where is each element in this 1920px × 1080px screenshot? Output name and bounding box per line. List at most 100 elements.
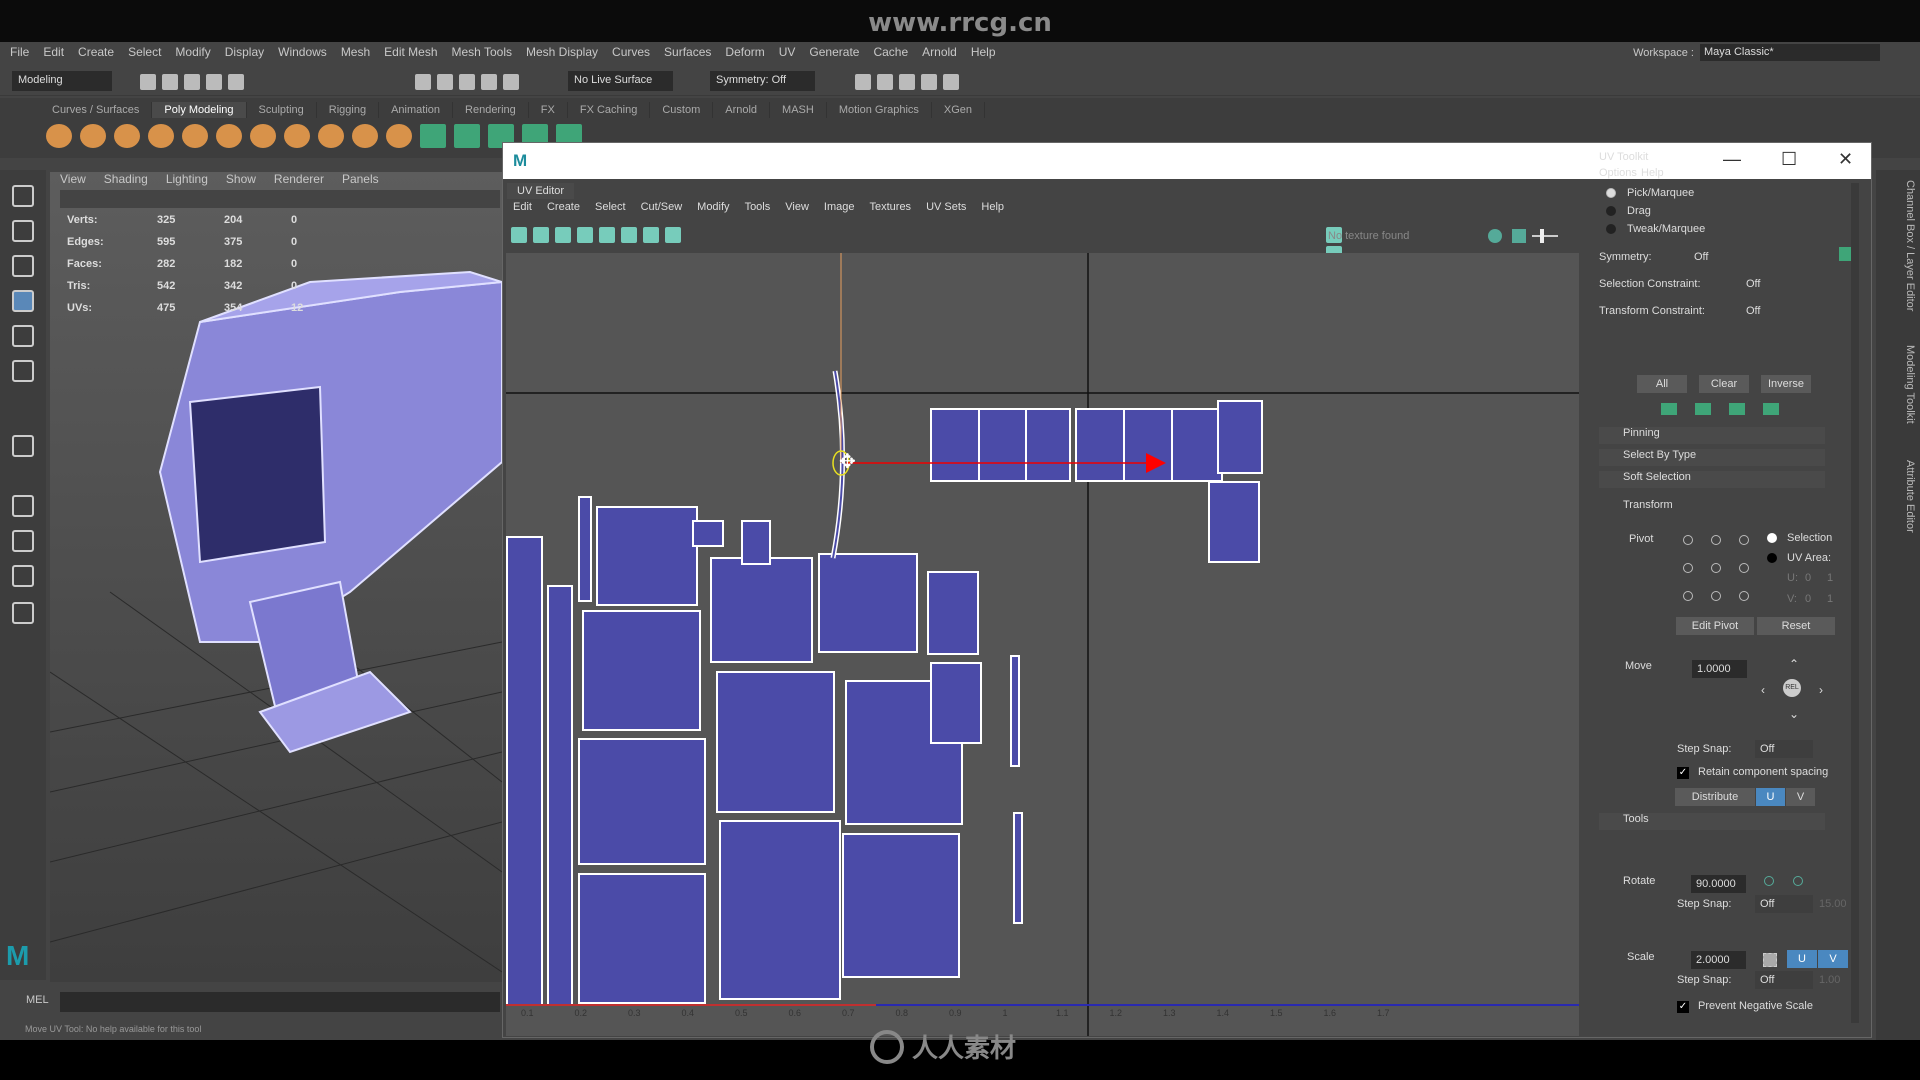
- pivot-radio[interactable]: [1739, 535, 1749, 545]
- shelf-tab[interactable]: Rigging: [317, 102, 380, 118]
- shelf-tab[interactable]: Animation: [379, 102, 454, 118]
- workspace-dropdown[interactable]: Maya Classic*: [1700, 44, 1880, 61]
- rotate-tool-icon[interactable]: [12, 325, 34, 347]
- move-tool-icon[interactable]: [12, 290, 34, 312]
- rotate-cw-icon[interactable]: [1793, 876, 1803, 886]
- menu-item[interactable]: Arnold: [922, 45, 957, 59]
- pivot-radio[interactable]: [1683, 563, 1693, 573]
- rotate-step-snap-dropdown[interactable]: Off: [1755, 895, 1813, 913]
- snap-curve-icon[interactable]: [437, 74, 453, 90]
- redo-icon[interactable]: [228, 74, 244, 90]
- shelf-tab[interactable]: FX: [529, 102, 568, 118]
- viewport-menu-item[interactable]: Show: [226, 172, 256, 186]
- uv-menu-item[interactable]: Modify: [697, 201, 729, 213]
- super-shape-icon[interactable]: [318, 124, 344, 148]
- uv-menu-item[interactable]: UV Sets: [926, 201, 966, 213]
- viewport-menu-item[interactable]: Shading: [104, 172, 148, 186]
- viewport-menu-item[interactable]: Panels: [342, 172, 379, 186]
- section-transform[interactable]: Transform: [1599, 499, 1825, 516]
- uv-menu-item[interactable]: Image: [824, 201, 855, 213]
- menu-item[interactable]: Deform: [725, 45, 764, 59]
- menu-item[interactable]: UV: [779, 45, 796, 59]
- undo-icon[interactable]: [206, 74, 222, 90]
- disc-icon[interactable]: [250, 124, 276, 148]
- pivot-radio[interactable]: [1711, 563, 1721, 573]
- scale-tool-icon[interactable]: [12, 360, 34, 382]
- toolkit-scrollbar[interactable]: [1851, 183, 1859, 1023]
- plane-icon[interactable]: [216, 124, 242, 148]
- torus-icon[interactable]: [182, 124, 208, 148]
- rotate-amount-field[interactable]: 90.0000: [1691, 875, 1746, 893]
- isolate-icon[interactable]: [599, 227, 615, 243]
- menu-item[interactable]: Generate: [809, 45, 859, 59]
- distribute-u-button[interactable]: U: [1756, 788, 1785, 806]
- shelf-tab[interactable]: Motion Graphics: [827, 102, 932, 118]
- uv-menu-item[interactable]: Textures: [869, 201, 911, 213]
- scale-step-value[interactable]: 1.00: [1819, 974, 1840, 986]
- shelf-tab[interactable]: MASH: [770, 102, 827, 118]
- shelf-tab[interactable]: Curves / Surfaces: [40, 102, 153, 118]
- shelf-tab[interactable]: Arnold: [713, 102, 771, 118]
- distortion-icon[interactable]: [555, 227, 571, 243]
- render-sequence-icon[interactable]: [877, 74, 893, 90]
- mel-input[interactable]: [60, 992, 500, 1012]
- menu-item[interactable]: Modify: [175, 45, 210, 59]
- menu-item[interactable]: Display: [225, 45, 264, 59]
- move-up-button[interactable]: ⌃: [1789, 657, 1799, 671]
- uv-menu-item[interactable]: Select: [595, 201, 626, 213]
- render-icon[interactable]: [855, 74, 871, 90]
- uv-menu-item[interactable]: Create: [547, 201, 580, 213]
- pivot-radio[interactable]: [1683, 535, 1693, 545]
- uv-canvas[interactable]: ✥ 0.1 0.2 0.3 0.4 0.5 0.6 0.7 0.8 0.9 1 1.1 1.2 1.3 1…: [506, 253, 1579, 1036]
- grow-loop-icon[interactable]: [1729, 403, 1745, 415]
- rotate-ccw-icon[interactable]: [1764, 876, 1774, 886]
- uv-menu-item[interactable]: Help: [981, 201, 1004, 213]
- menu-item[interactable]: File: [10, 45, 29, 59]
- layout-icon[interactable]: [12, 565, 34, 587]
- lasso-tool-icon[interactable]: [12, 220, 34, 242]
- edit-pivot-button[interactable]: Edit Pivot: [1676, 617, 1754, 635]
- uv-menu-item[interactable]: Tools: [745, 201, 771, 213]
- distribute-button[interactable]: Distribute: [1675, 788, 1755, 806]
- hypershade-icon[interactable]: [943, 74, 959, 90]
- menu-item[interactable]: Mesh Display: [526, 45, 598, 59]
- scale-amount-field[interactable]: 2.0000: [1691, 951, 1746, 969]
- transform-constraint-dropdown[interactable]: Off: [1746, 305, 1760, 317]
- pivot-uv-area-radio[interactable]: [1767, 553, 1777, 563]
- open-scene-icon[interactable]: [162, 74, 178, 90]
- live-surface-field[interactable]: No Live Surface: [568, 71, 673, 91]
- snap-point-icon[interactable]: [459, 74, 475, 90]
- cylinder-icon[interactable]: [114, 124, 140, 148]
- render-settings-icon[interactable]: [921, 74, 937, 90]
- scale-u-button[interactable]: U: [1787, 950, 1817, 968]
- cone-icon[interactable]: [148, 124, 174, 148]
- distribute-v-button[interactable]: V: [1786, 788, 1815, 806]
- save-scene-icon[interactable]: [184, 74, 200, 90]
- workspace-selector[interactable]: Workspace : Maya Classic*: [1633, 44, 1880, 61]
- symmetry-dropdown[interactable]: Off: [1694, 251, 1708, 263]
- select-tool-icon[interactable]: [12, 185, 34, 207]
- attribute-editor-tab[interactable]: Attribute Editor: [1904, 460, 1916, 533]
- viewport-menu-item[interactable]: Renderer: [274, 172, 324, 186]
- inverse-button[interactable]: Inverse: [1761, 375, 1811, 393]
- uv-menu-item[interactable]: View: [785, 201, 809, 213]
- scale-v-button[interactable]: V: [1818, 950, 1848, 968]
- menu-item[interactable]: Curves: [612, 45, 650, 59]
- toolkit-menu-options[interactable]: Options: [1599, 167, 1637, 179]
- svg-icon[interactable]: [386, 124, 412, 148]
- cube-icon[interactable]: [80, 124, 106, 148]
- paint-select-icon[interactable]: [12, 255, 34, 277]
- retain-spacing-checkbox[interactable]: ✓: [1677, 767, 1689, 779]
- symmetry-dropdown[interactable]: Symmetry: Off: [710, 71, 815, 91]
- scale-uniform-icon[interactable]: [1763, 953, 1777, 967]
- shelf-tab[interactable]: Sculpting: [247, 102, 317, 118]
- mesh-object[interactable]: [158, 270, 502, 754]
- pivot-radio[interactable]: [1739, 591, 1749, 601]
- grid-icon[interactable]: [621, 227, 637, 243]
- outliner-icon[interactable]: [12, 602, 34, 624]
- menu-item[interactable]: Surfaces: [664, 45, 711, 59]
- section-select-by-type[interactable]: Select By Type: [1599, 449, 1825, 466]
- uv-menu-item[interactable]: Cut/Sew: [641, 201, 683, 213]
- selection-constraint-dropdown[interactable]: Off: [1746, 278, 1760, 290]
- pivot-selection-radio[interactable]: [1767, 533, 1777, 543]
